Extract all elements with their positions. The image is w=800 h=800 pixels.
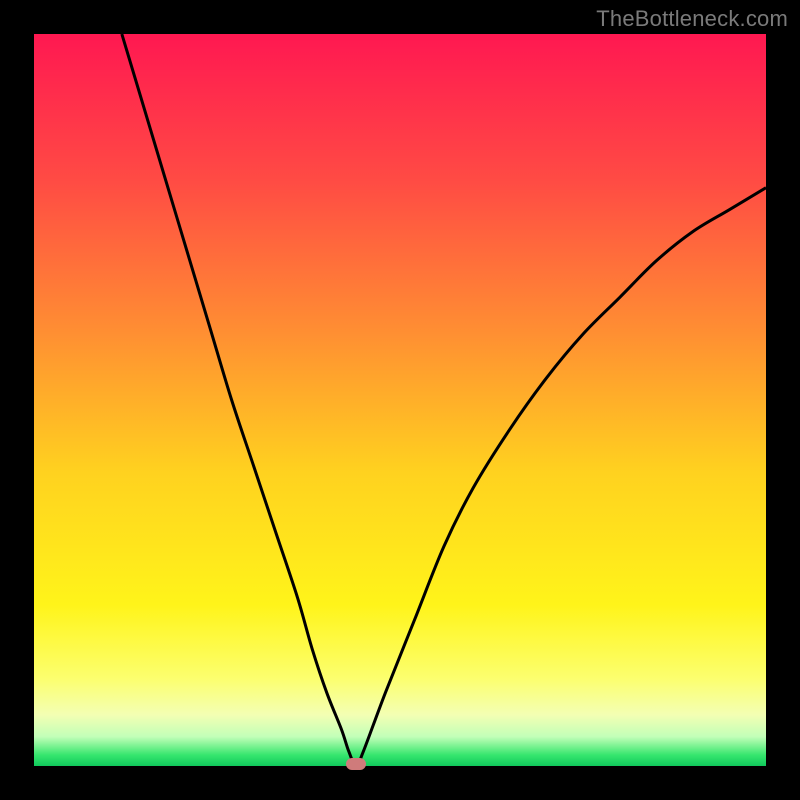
watermark-text: TheBottleneck.com [596, 6, 788, 32]
chart-plot-area [34, 34, 766, 766]
curve-path [122, 34, 766, 766]
optimum-marker [346, 758, 366, 770]
bottleneck-curve [34, 34, 766, 766]
